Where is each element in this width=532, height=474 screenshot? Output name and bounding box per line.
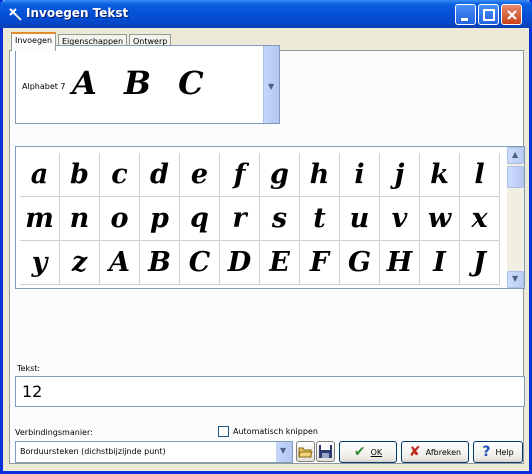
maximize-button[interactable]	[478, 4, 499, 25]
window-title: Invoegen Tekst	[26, 6, 129, 20]
cancel-button[interactable]: ✘ Afbreken	[401, 441, 469, 463]
glyph-cell[interactable]: H	[380, 241, 420, 285]
scroll-up-button[interactable]: ▲	[507, 147, 524, 164]
glyph-cell[interactable]: u	[340, 197, 380, 241]
glyph-cell[interactable]: q	[180, 197, 220, 241]
font-selector[interactable]: Alphabet 7 A B C ▼	[15, 45, 280, 124]
glyph-cell[interactable]: B	[140, 241, 180, 285]
help-button[interactable]: ? Help	[473, 441, 523, 463]
glyph-cell[interactable]: h	[300, 153, 340, 197]
glyph-cell[interactable]: E	[260, 241, 300, 285]
glyph-cell[interactable]: l	[460, 153, 500, 197]
folder-open-icon	[298, 447, 313, 458]
font-preview: A B C	[72, 64, 212, 102]
glyph-cell[interactable]: v	[380, 197, 420, 241]
glyph-cell[interactable]: F	[300, 241, 340, 285]
glyph-cell[interactable]: I	[420, 241, 460, 285]
dialog-window: Invoegen Tekst Invoegen Eigenschappen On…	[0, 0, 532, 474]
chevron-down-icon: ▼	[512, 274, 519, 283]
glyph-cell[interactable]: z	[60, 241, 100, 285]
tab-invoegen[interactable]: Invoegen	[11, 32, 57, 51]
glyph-cell[interactable]: d	[140, 153, 180, 197]
font-name: Alphabet 7	[22, 82, 66, 91]
app-icon	[9, 8, 22, 21]
checkmark-icon: ✔	[353, 444, 366, 460]
glyph-cell[interactable]: m	[20, 197, 60, 241]
connection-value: Borduursteken (dichstbijzijnde punt)	[20, 447, 166, 456]
glyph-cell[interactable]: e	[180, 153, 220, 197]
connection-select[interactable]: Borduursteken (dichstbijzijnde punt) ▼	[15, 441, 293, 463]
glyph-cell[interactable]: y	[20, 241, 60, 285]
glyph-cell[interactable]: j	[380, 153, 420, 197]
glyph-cells: abcdefghijkl mnopqrstuvwx yzABCDEFGHIJ	[20, 153, 502, 285]
maximize-icon	[483, 9, 495, 21]
connection-dropdown-button[interactable]: ▼	[276, 442, 292, 462]
text-label: Tekst:	[17, 364, 41, 373]
save-button[interactable]	[316, 441, 335, 462]
glyph-cell[interactable]: g	[260, 153, 300, 197]
help-label: Help	[495, 447, 514, 457]
scroll-thumb[interactable]	[507, 166, 524, 188]
text-input[interactable]: 12	[15, 376, 525, 407]
minimize-icon	[461, 18, 468, 21]
glyph-cell[interactable]: n	[60, 197, 100, 241]
glyph-cell[interactable]: t	[300, 197, 340, 241]
glyph-cell[interactable]: b	[60, 153, 100, 197]
ok-button[interactable]: ✔ OK	[339, 441, 397, 463]
glyph-cell[interactable]: w	[420, 197, 460, 241]
chevron-down-icon: ▼	[280, 446, 287, 455]
glyph-cell[interactable]: c	[100, 153, 140, 197]
glyph-cell[interactable]: p	[140, 197, 180, 241]
glyph-cell[interactable]: a	[20, 153, 60, 197]
auto-trim-label: Automatisch knippen	[233, 427, 318, 436]
glyph-cell[interactable]: A	[100, 241, 140, 285]
connection-label: Verbindingsmanier:	[15, 428, 93, 437]
glyph-cell[interactable]: s	[260, 197, 300, 241]
glyph-cell[interactable]: f	[220, 153, 260, 197]
font-dropdown-button[interactable]: ▼	[263, 46, 279, 123]
glyph-grid: abcdefghijkl mnopqrstuvwx yzABCDEFGHIJ ▲ ▼	[15, 146, 525, 289]
glyph-cell[interactable]: x	[460, 197, 500, 241]
glyph-cell[interactable]: C	[180, 241, 220, 285]
question-mark-icon: ?	[482, 444, 491, 460]
chevron-up-icon: ▲	[512, 150, 519, 159]
glyph-cell[interactable]: k	[420, 153, 460, 197]
open-file-button[interactable]	[296, 441, 315, 462]
title-bar[interactable]: Invoegen Tekst	[0, 0, 532, 28]
chevron-down-icon: ▼	[268, 82, 275, 91]
glyph-cell[interactable]: J	[460, 241, 500, 285]
glyph-cell[interactable]: o	[100, 197, 140, 241]
glyph-cell[interactable]: r	[220, 197, 260, 241]
glyph-cell[interactable]: G	[340, 241, 380, 285]
cancel-label: Afbreken	[425, 447, 462, 457]
glyph-scrollbar[interactable]: ▲ ▼	[507, 147, 524, 288]
auto-trim-checkbox[interactable]	[218, 426, 229, 437]
glyph-cell[interactable]: i	[340, 153, 380, 197]
minimize-button[interactable]	[455, 4, 476, 25]
ok-label: OK	[370, 447, 383, 457]
close-button[interactable]	[501, 4, 522, 25]
close-icon	[507, 10, 517, 20]
scroll-down-button[interactable]: ▼	[507, 271, 524, 288]
cross-icon: ✘	[408, 444, 421, 460]
glyph-cell[interactable]: D	[220, 241, 260, 285]
floppy-disk-icon	[319, 445, 332, 458]
